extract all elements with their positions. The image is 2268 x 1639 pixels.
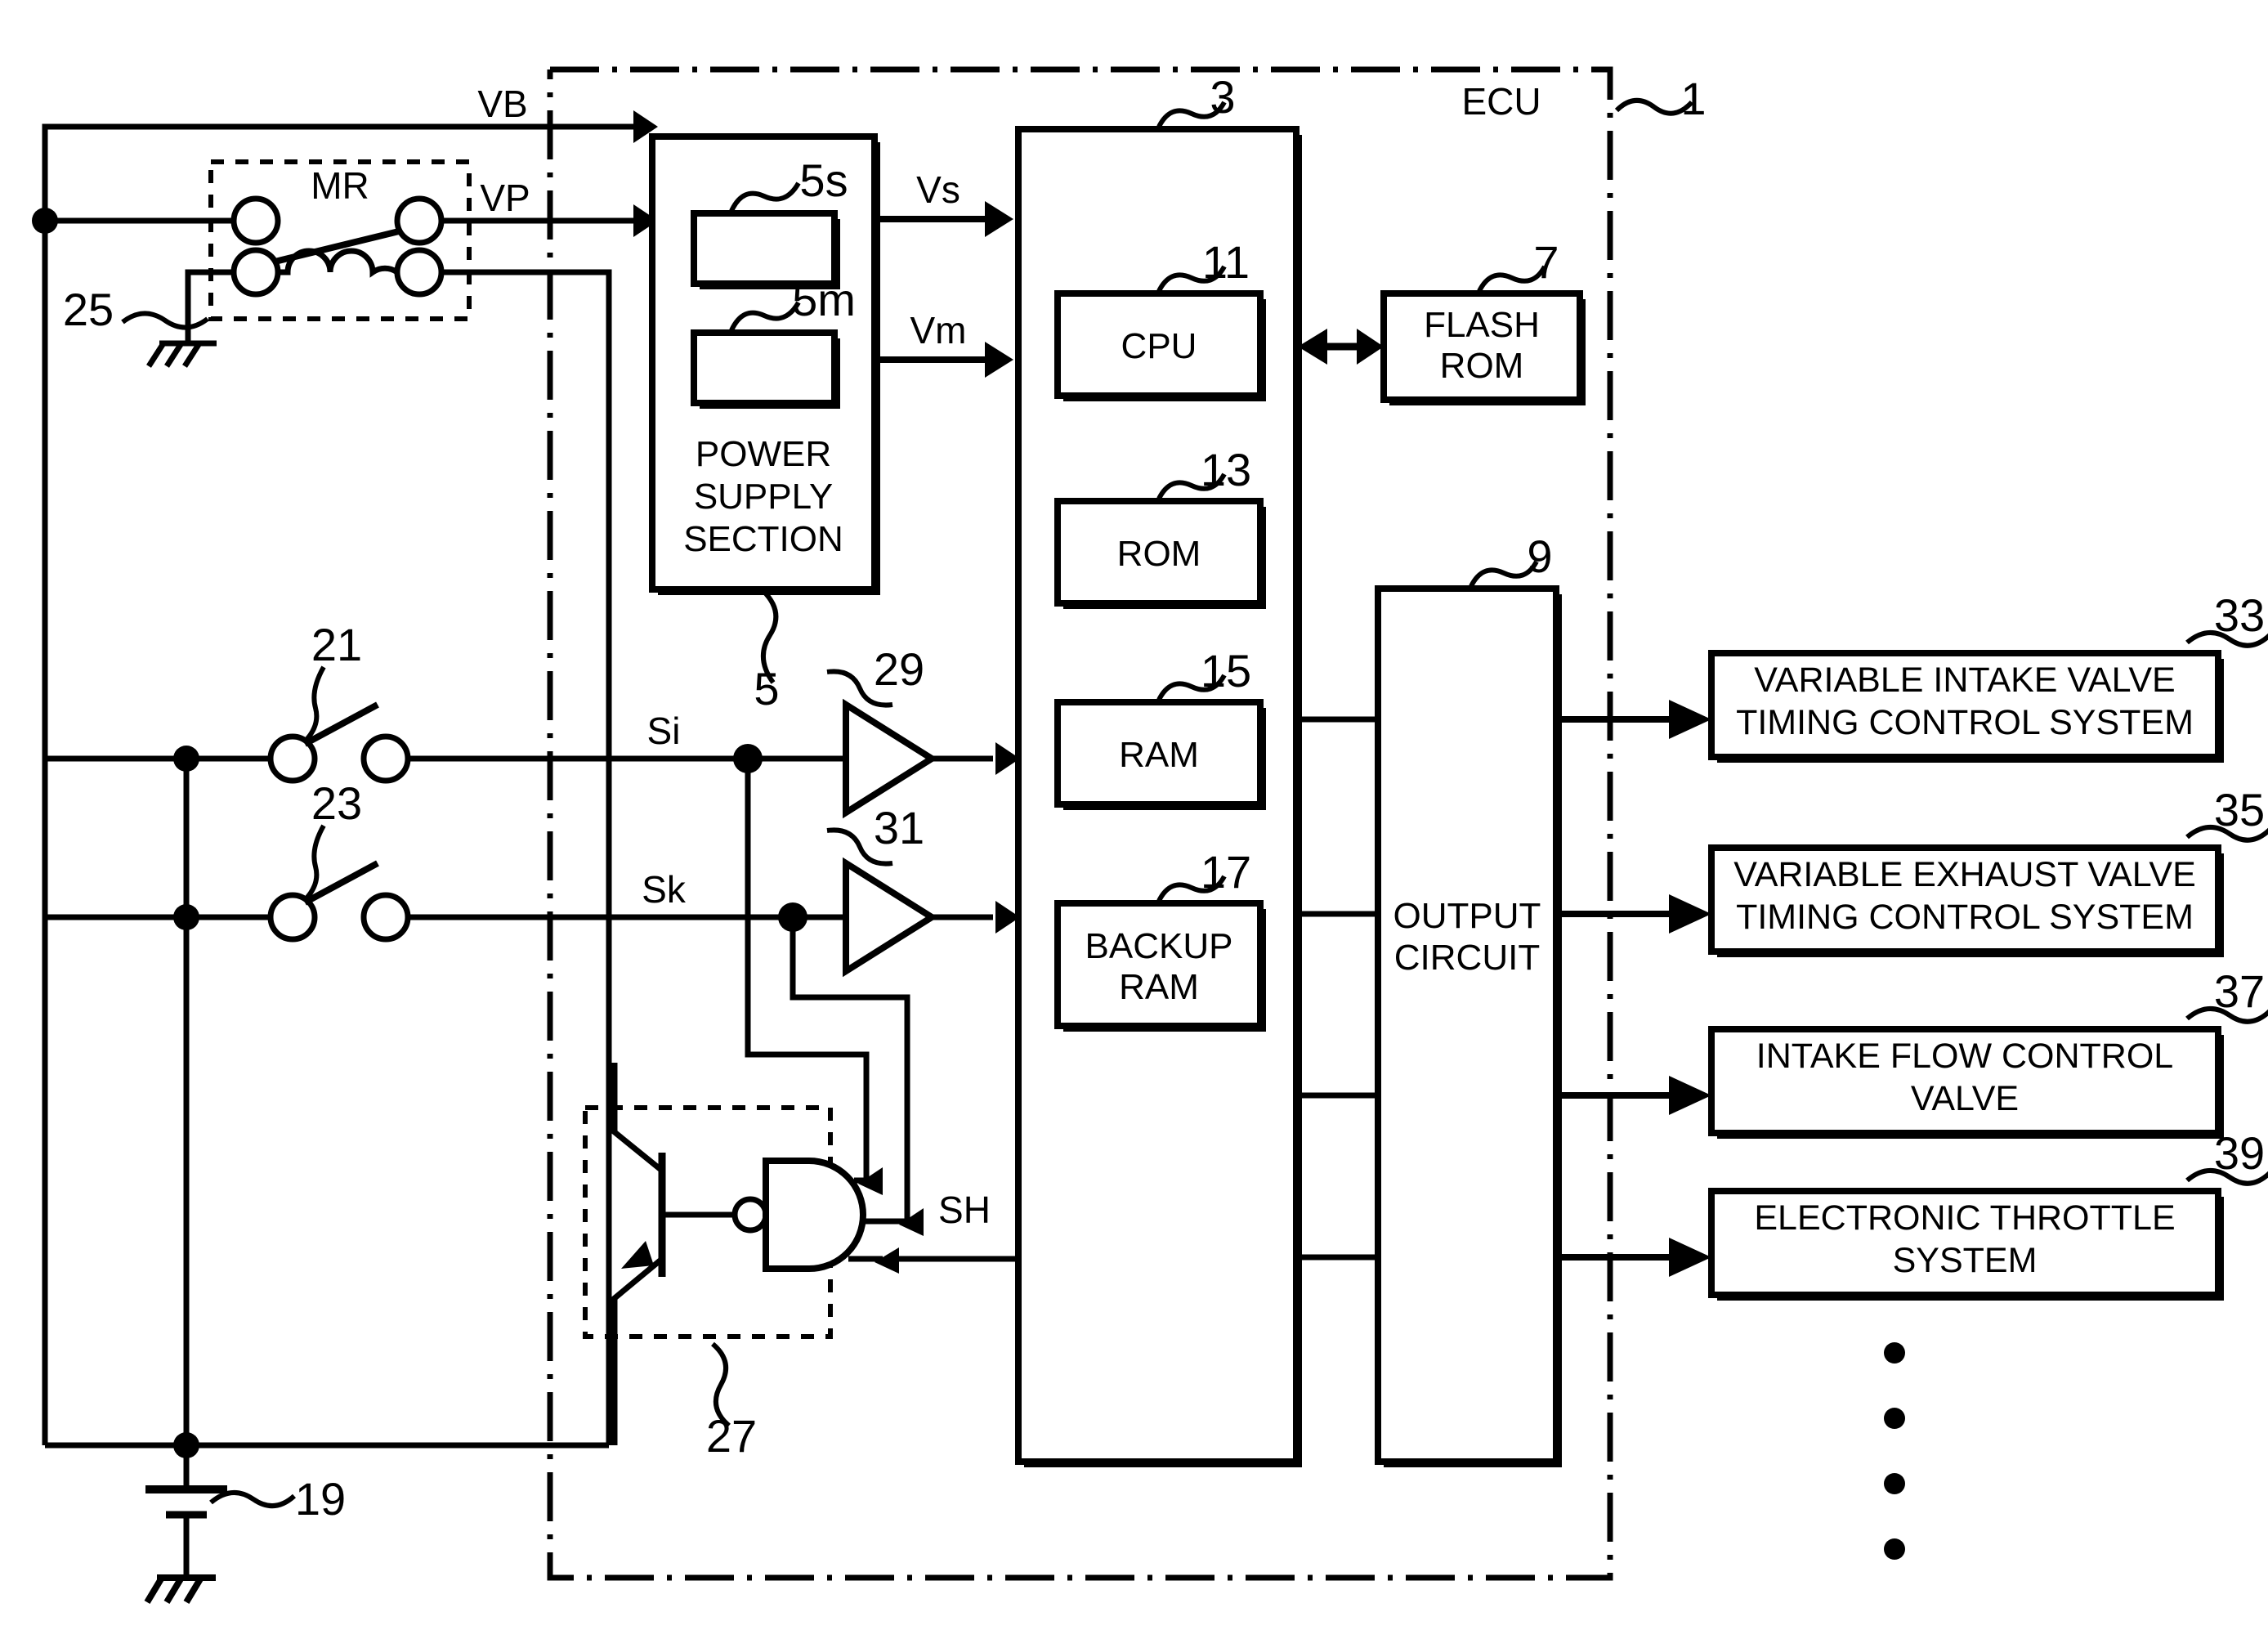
relay-coil-terminal-right bbox=[394, 247, 445, 298]
power-supply-label-line3: SECTION bbox=[683, 519, 843, 559]
flash-rom-label-line2: ROM bbox=[1440, 346, 1524, 386]
system-37-label-line1: INTAKE FLOW CONTROL bbox=[1756, 1037, 2173, 1076]
ecu-ref: 1 bbox=[1680, 73, 1706, 124]
leader-23 bbox=[302, 824, 326, 903]
signal-label-si: Si bbox=[647, 710, 681, 752]
signal-label-vm: Vm bbox=[910, 309, 967, 352]
output-circuit-label-line1: OUTPUT bbox=[1393, 896, 1541, 936]
flash-rom-ref: 7 bbox=[1533, 236, 1559, 288]
leader-19 bbox=[209, 1490, 297, 1508]
ecu-block-diagram: ECU 1 VB VP Vs Vm Si Sk SH MR 25 19 21 2… bbox=[0, 0, 2268, 1639]
relay-coil bbox=[278, 248, 400, 278]
buffer31-ref: 31 bbox=[874, 802, 924, 853]
reset-circuit-ref: 27 bbox=[706, 1410, 757, 1462]
system-35-ref: 35 bbox=[2214, 784, 2265, 835]
system-39-label-line1: ELECTRONIC THROTTLE bbox=[1754, 1198, 2175, 1238]
leader-21 bbox=[302, 665, 326, 745]
system-35-label-line2: TIMING CONTROL SYSTEM bbox=[1736, 898, 2194, 937]
leader-25 bbox=[121, 311, 209, 330]
continuation-dot-3 bbox=[1884, 1473, 1905, 1494]
system-39-ref: 39 bbox=[2214, 1127, 2265, 1179]
power-supply-ref-5s: 5s bbox=[799, 154, 848, 206]
sh-arrowhead bbox=[875, 1247, 899, 1274]
main-relay-label: MR bbox=[311, 164, 369, 207]
backup-ram-label-line2: RAM bbox=[1119, 967, 1199, 1007]
continuation-dot-2 bbox=[1884, 1408, 1905, 1429]
buffer29-ref: 29 bbox=[874, 643, 924, 695]
signal-label-vp: VP bbox=[480, 177, 530, 219]
regulator-5m bbox=[691, 329, 838, 406]
main-relay-ref: 25 bbox=[63, 284, 114, 335]
continuation-dot-4 bbox=[1884, 1538, 1905, 1560]
cpu-ref: 11 bbox=[1202, 236, 1250, 288]
microcomputer-ref: 3 bbox=[1210, 71, 1235, 123]
relay-terminal-right bbox=[394, 195, 445, 246]
system-35-arrowhead bbox=[1669, 894, 1711, 934]
backup-ram-ref: 17 bbox=[1201, 846, 1251, 898]
continuation-dot-1 bbox=[1884, 1342, 1905, 1364]
switch23-ref: 23 bbox=[311, 777, 362, 829]
system-33-arrowhead bbox=[1669, 700, 1711, 739]
relay-ground-symbol bbox=[146, 340, 217, 368]
signal-label-vb: VB bbox=[477, 83, 527, 125]
switch23-terminal-right bbox=[360, 892, 411, 943]
power-supply-label-line1: POWER bbox=[696, 434, 831, 474]
system-39-label-line2: SYSTEM bbox=[1893, 1241, 2038, 1280]
nand-bubble bbox=[731, 1196, 769, 1234]
signal-label-sh: SH bbox=[938, 1189, 991, 1231]
system-37-ref: 37 bbox=[2214, 965, 2265, 1017]
signal-label-vs: Vs bbox=[916, 168, 960, 211]
switch21-ref: 21 bbox=[311, 619, 362, 670]
output-circuit-box bbox=[1375, 585, 1559, 1465]
rom-label: ROM bbox=[1117, 534, 1201, 574]
power-supply-ref: 5 bbox=[754, 663, 779, 714]
ram-ref: 15 bbox=[1201, 645, 1251, 696]
cpu-flash-arrow-left bbox=[1298, 329, 1327, 365]
transistor-collector-lead bbox=[611, 1063, 664, 1173]
transistor-emitter-arrow bbox=[621, 1241, 654, 1269]
vs-arrowhead bbox=[985, 201, 1013, 237]
transistor-emitter-lead bbox=[611, 1256, 664, 1445]
signal-label-sk: Sk bbox=[642, 868, 687, 911]
cpu-label: CPU bbox=[1121, 326, 1197, 366]
vm-arrowhead bbox=[985, 342, 1013, 378]
nand-gate-body bbox=[763, 1158, 866, 1272]
power-supply-ref-5m: 5m bbox=[792, 274, 856, 325]
system-33-label-line2: TIMING CONTROL SYSTEM bbox=[1736, 703, 2194, 742]
cpu-flash-arrow-right bbox=[1357, 329, 1384, 365]
buffer-29 bbox=[843, 698, 938, 819]
buffer-31 bbox=[843, 857, 938, 978]
battery-ref: 19 bbox=[295, 1473, 346, 1525]
switch21-terminal-right bbox=[360, 733, 411, 784]
ram-label: RAM bbox=[1119, 735, 1199, 775]
system-35-label-line1: VARIABLE EXHAUST VALVE bbox=[1733, 855, 2196, 894]
system-37-label-line2: VALVE bbox=[1911, 1079, 2019, 1118]
system-37-arrowhead bbox=[1669, 1076, 1711, 1115]
output-circuit-label-line2: CIRCUIT bbox=[1394, 938, 1540, 978]
relay-coil-terminal-left bbox=[230, 247, 281, 298]
system-33-label-line1: VARIABLE INTAKE VALVE bbox=[1754, 661, 2175, 700]
power-supply-label-line2: SUPPLY bbox=[694, 477, 833, 517]
ecu-label: ECU bbox=[1461, 80, 1541, 123]
system-33-ref: 33 bbox=[2214, 589, 2265, 641]
flash-rom-label-line1: FLASH bbox=[1424, 305, 1540, 345]
relay-terminal-left bbox=[230, 195, 281, 246]
system-39-arrowhead bbox=[1669, 1238, 1711, 1277]
output-circuit-ref: 9 bbox=[1527, 531, 1552, 582]
relay-coil-ground-wire bbox=[185, 269, 234, 343]
rom-ref: 13 bbox=[1201, 444, 1251, 495]
battery-ground-symbol bbox=[144, 1574, 216, 1605]
backup-ram-label-line1: BACKUP bbox=[1085, 926, 1233, 966]
